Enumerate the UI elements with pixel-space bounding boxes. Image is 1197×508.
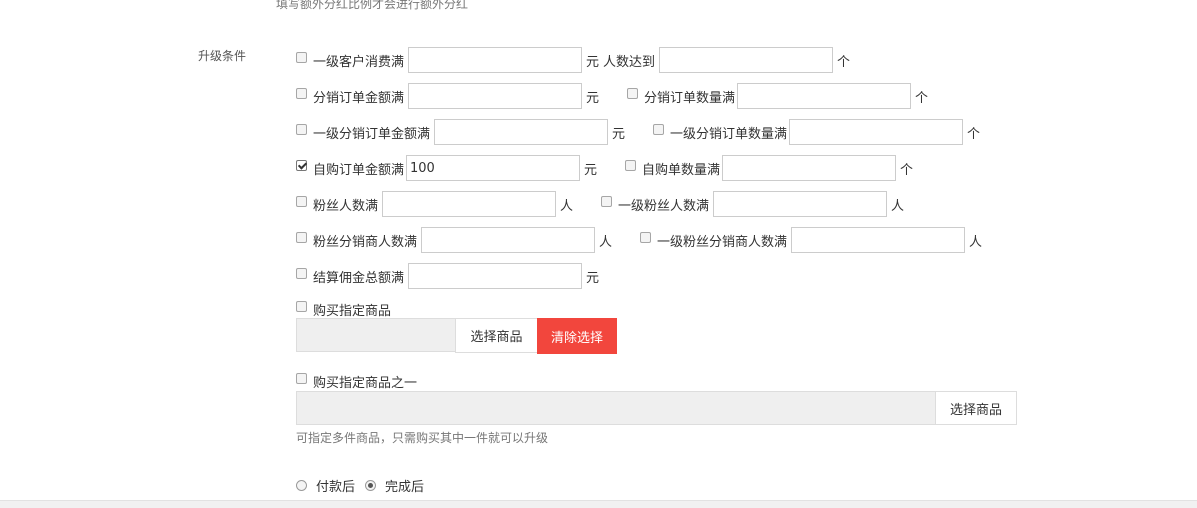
select-goods-button-multi[interactable]: 选择商品 [935, 391, 1017, 425]
unit-count: 个 [837, 54, 851, 70]
checkbox-one-of-goods[interactable] [296, 372, 307, 384]
unit-person: 人 [599, 234, 613, 250]
unit-person: 人 [891, 198, 905, 214]
label-distribution-count: 分销订单数量满 [644, 90, 736, 106]
radio-after-payment[interactable] [296, 479, 307, 491]
label-distribution-amount: 分销订单金额满 [313, 90, 405, 106]
input-customer-count[interactable] [659, 47, 834, 73]
label-level1-count: 一级分销订单数量满 [670, 126, 788, 142]
condition-row-fans: 粉丝人数满 人 一级粉丝人数满 人 [296, 191, 908, 217]
label-fan-distributors: 粉丝分销商人数满 [313, 234, 418, 250]
checkbox-customer-spend[interactable] [296, 51, 307, 63]
input-self-purchase-count[interactable] [722, 155, 897, 181]
select-goods-button[interactable]: 选择商品 [455, 318, 538, 353]
label-after-completion: 完成后 [385, 479, 425, 495]
condition-row-self-purchase: 自购订单金额满 元 自购单数量满 个 [296, 155, 917, 181]
label-level1-fan-distributors: 一级粉丝分销商人数满 [657, 234, 788, 250]
clear-selection-button[interactable]: 清除选择 [537, 318, 617, 354]
input-level1-amount[interactable] [434, 119, 609, 145]
unit-yuan: 元 [586, 54, 600, 70]
checkbox-self-purchase-count[interactable] [625, 159, 637, 171]
input-level1-fans[interactable] [713, 191, 888, 217]
label-self-purchase-amount: 自购订单金额满 [313, 162, 405, 178]
input-level1-count[interactable] [789, 119, 964, 145]
input-level1-fan-distributors[interactable] [791, 227, 966, 253]
label-fans-count: 粉丝人数满 [313, 198, 379, 214]
input-customer-spend[interactable] [408, 47, 583, 73]
checkbox-level1-fan-distributors[interactable] [640, 231, 652, 243]
extra-dividend-hint: 填写额外分红比例才会进行额外分红 [276, 0, 469, 11]
condition-row-commission: 结算佣金总额满 元 [296, 263, 603, 289]
checkbox-distribution-amount[interactable] [296, 87, 307, 99]
input-commission-total[interactable] [408, 263, 583, 289]
input-self-purchase-amount[interactable] [406, 155, 581, 181]
label-one-of-goods: 购买指定商品之一 [313, 375, 418, 391]
specific-goods-display [296, 318, 456, 352]
radio-after-completion[interactable] [365, 479, 377, 491]
input-distribution-amount[interactable] [408, 83, 583, 109]
checkbox-level1-fans[interactable] [601, 195, 613, 207]
multi-goods-note: 可指定多件商品，只需购买其中一件就可以升级 [296, 431, 549, 445]
unit-count: 个 [900, 162, 914, 178]
label-commission-total: 结算佣金总额满 [313, 270, 405, 286]
unit-yuan: 元 [586, 270, 600, 286]
unit-count: 个 [915, 90, 929, 106]
unit-yuan: 元 [586, 90, 600, 106]
checkbox-distribution-count[interactable] [627, 87, 639, 99]
upgrade-conditions-label: 升级条件 [198, 49, 247, 63]
label-level1-fans: 一级粉丝人数满 [618, 198, 710, 214]
checkbox-self-purchase-amount[interactable] [296, 159, 307, 171]
unit-yuan: 元 [584, 162, 598, 178]
label-specific-goods: 购买指定商品 [313, 303, 392, 319]
unit-person: 人 [560, 198, 574, 214]
timing-radio-group: 付款后 完成后 [296, 472, 424, 498]
unit-count: 个 [967, 126, 981, 142]
condition-row-distribution-order: 分销订单金额满 元 分销订单数量满 个 [296, 83, 932, 109]
condition-row-fan-distributors: 粉丝分销商人数满 人 一级粉丝分销商人数满 人 [296, 227, 986, 253]
unit-yuan: 元 [612, 126, 626, 142]
checkbox-specific-goods[interactable] [296, 300, 307, 312]
checkbox-level1-amount[interactable] [296, 123, 307, 135]
input-fans-count[interactable] [382, 191, 557, 217]
label-customer-spend: 一级客户消费满 [313, 54, 405, 70]
input-distribution-count[interactable] [737, 83, 912, 109]
checkbox-fan-distributors[interactable] [296, 231, 307, 243]
checkbox-commission-total[interactable] [296, 267, 307, 279]
label-after-payment: 付款后 [316, 479, 356, 495]
label-customer-count: 人数达到 [603, 54, 656, 70]
label-self-purchase-count: 自购单数量满 [642, 162, 721, 178]
condition-row-customer-spend: 一级客户消费满 元 人数达到 个 [296, 47, 854, 73]
condition-row-level1-distribution: 一级分销订单金额满 元 一级分销订单数量满 个 [296, 119, 984, 145]
checkbox-level1-count[interactable] [653, 123, 665, 135]
checkbox-fans-count[interactable] [296, 195, 307, 207]
label-level1-amount: 一级分销订单金额满 [313, 126, 431, 142]
unit-person: 人 [969, 234, 983, 250]
input-fan-distributors[interactable] [421, 227, 596, 253]
one-of-goods-display [296, 391, 937, 425]
